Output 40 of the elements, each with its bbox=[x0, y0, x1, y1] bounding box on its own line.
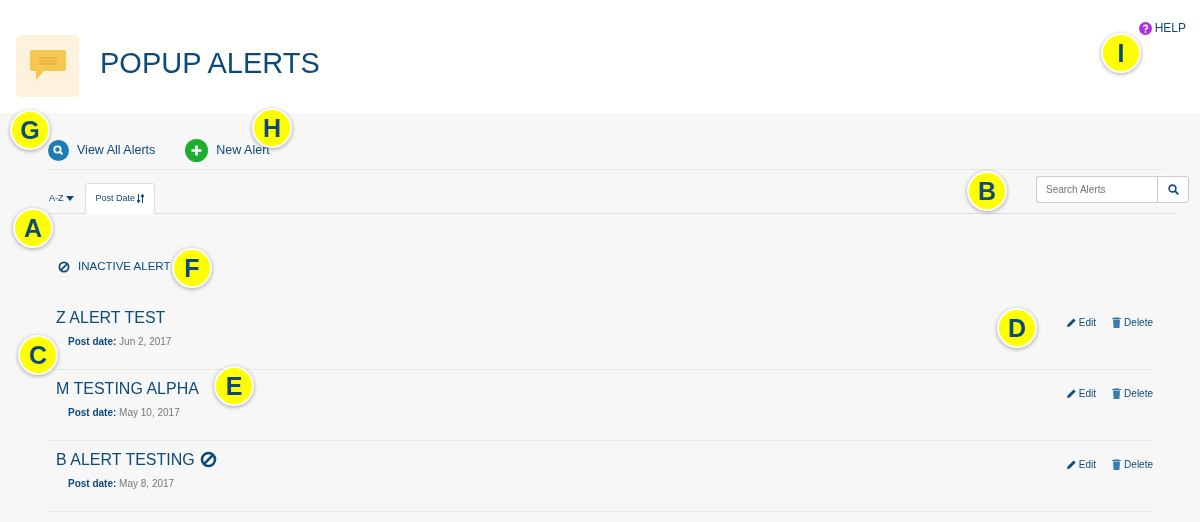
pencil-icon bbox=[1066, 389, 1076, 399]
inactive-icon bbox=[199, 451, 217, 469]
alert-title[interactable]: M TESTING ALPHA bbox=[56, 379, 199, 399]
inactive-icon bbox=[58, 260, 70, 273]
callout-marker: A bbox=[13, 208, 53, 248]
sort-tab[interactable]: Post Date bbox=[84, 182, 156, 214]
delete-link[interactable]: Delete bbox=[1112, 315, 1153, 331]
callout-marker: E bbox=[214, 366, 254, 406]
callout-marker: C bbox=[18, 335, 58, 375]
edit-link[interactable]: Edit bbox=[1066, 315, 1097, 331]
edit-link[interactable]: Edit bbox=[1066, 386, 1097, 402]
search-button[interactable] bbox=[1157, 176, 1189, 203]
view-all-link[interactable]: View All Alerts bbox=[48, 139, 156, 161]
trash-icon bbox=[1112, 459, 1122, 471]
alert-title[interactable]: Z ALERT TEST bbox=[56, 308, 166, 328]
search-field[interactable]: Search Alerts bbox=[1036, 176, 1157, 203]
callout-marker: B bbox=[967, 171, 1007, 211]
trash-icon bbox=[1112, 317, 1122, 329]
alert-title[interactable]: B ALERT TESTING bbox=[56, 450, 195, 470]
help-link[interactable]: HELP bbox=[1138, 19, 1186, 37]
delete-link[interactable]: Delete bbox=[1112, 457, 1153, 473]
help-icon bbox=[1138, 21, 1152, 35]
page-title: POPUP ALERTS bbox=[100, 46, 320, 81]
pencil-icon bbox=[1066, 460, 1076, 470]
caret-icon bbox=[65, 195, 74, 201]
callout-marker: G bbox=[10, 110, 50, 150]
post-date: Post date: Jun 2, 2017 bbox=[68, 335, 172, 350]
legend-label: INACTIVE ALERT bbox=[78, 259, 171, 274]
pencil-icon bbox=[1066, 318, 1076, 328]
callout-marker: D bbox=[997, 308, 1037, 348]
plus-icon bbox=[185, 138, 209, 162]
search-icon bbox=[48, 139, 69, 161]
edit-link[interactable]: Edit bbox=[1066, 457, 1097, 473]
post-date: Post date: May 10, 2017 bbox=[68, 406, 181, 421]
delete-link[interactable]: Delete bbox=[1112, 386, 1153, 402]
trash-icon bbox=[1112, 388, 1122, 400]
callout-marker: F bbox=[172, 248, 212, 288]
sort-icon bbox=[137, 193, 145, 203]
post-date: Post date: May 8, 2017 bbox=[68, 477, 176, 492]
search-icon bbox=[1167, 184, 1179, 195]
